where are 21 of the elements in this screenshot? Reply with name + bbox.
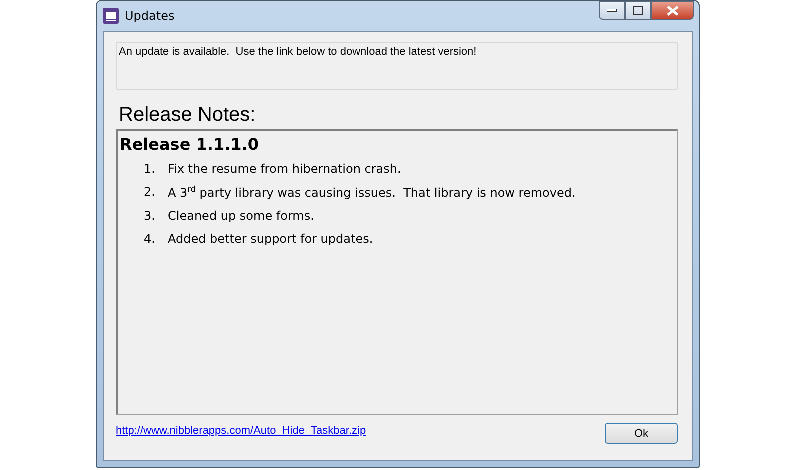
release-title: Release 1.1.1.0 — [120, 135, 260, 154]
item-number: 4. — [144, 232, 156, 246]
release-notes-heading: Release Notes: — [119, 104, 257, 127]
window-title: Updates — [125, 9, 175, 23]
ok-button[interactable]: Ok — [605, 423, 678, 444]
download-link[interactable]: http://www.nibblerapps.com/Auto_Hide_Taskbar.zip — [116, 425, 366, 437]
maximize-button[interactable] — [625, 1, 651, 20]
release-note-text: Fix the resume from hibernation crash. — [168, 162, 402, 176]
release-note-text: A 3$^{rd}$ party library was causing issues. That library is now removed. — [168, 185, 576, 200]
message-text: An update is available. Use the link below to download the latest version! — [116, 42, 678, 90]
minimize-icon — [607, 8, 617, 12]
item-number: 1. — [144, 162, 156, 176]
item-number: 3. — [144, 209, 156, 223]
release-note-text: Cleaned up some forms. — [168, 209, 314, 223]
close-icon — [666, 6, 678, 16]
app-icon — [103, 8, 119, 24]
item-number: 2. — [144, 185, 156, 200]
maximize-icon — [633, 6, 643, 15]
release-note-text: Added better support for updates. — [168, 232, 374, 246]
minimize-button[interactable] — [599, 1, 625, 20]
close-button[interactable] — [651, 1, 694, 20]
